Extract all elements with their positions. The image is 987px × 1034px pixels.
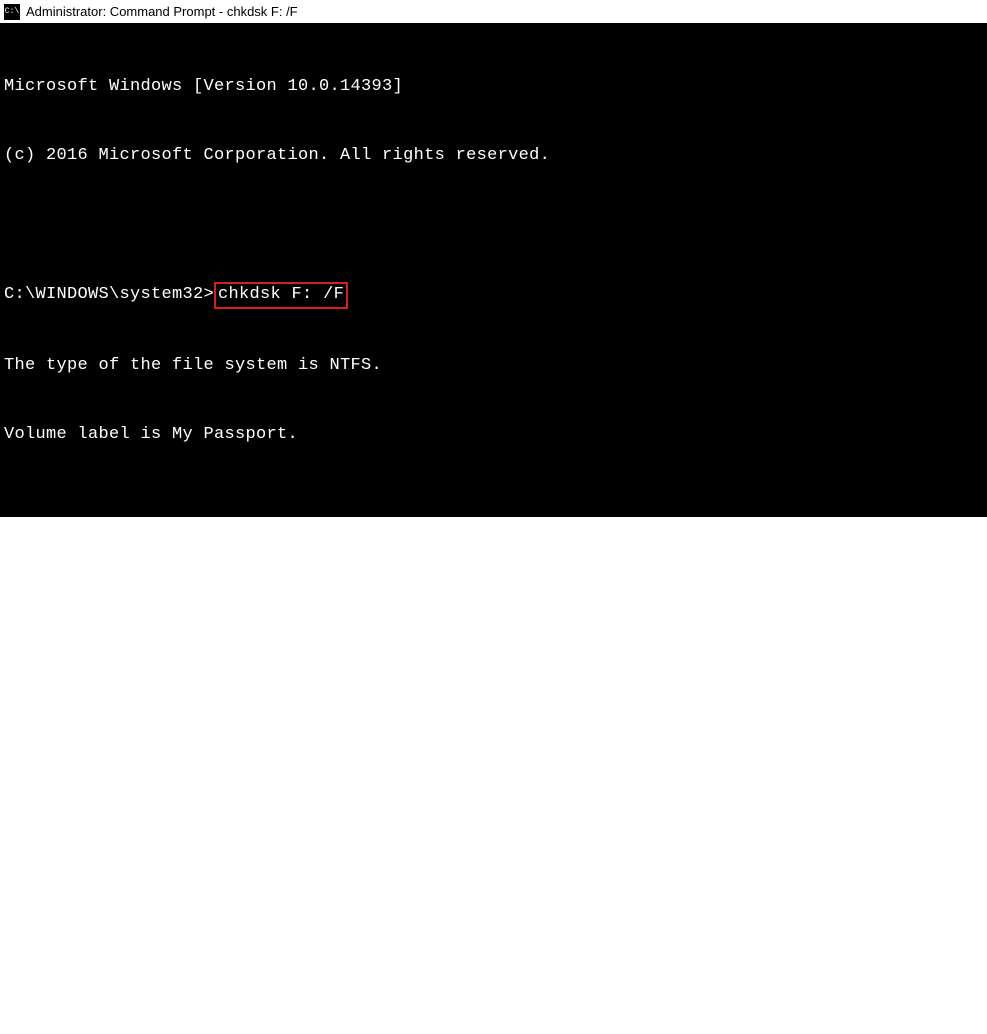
- output-line: Stage 2: Examining file name linkage ...: [4, 974, 983, 997]
- output-blank: [4, 493, 983, 516]
- output-line: The type of the file system is NTFS.: [4, 355, 983, 378]
- window-title: Administrator: Command Prompt - chkdsk F…: [26, 4, 298, 19]
- output-line: 1 large file records processed.: [4, 768, 983, 791]
- prompt-path: C:\WINDOWS\system32>: [4, 284, 214, 307]
- output-line: Stage 1: Examining basic file system str…: [4, 562, 983, 585]
- command-prompt-window: C:\ Administrator: Command Prompt - chkd…: [0, 0, 987, 517]
- output-line: (c) 2016 Microsoft Corporation. All righ…: [4, 145, 983, 168]
- output-line: 0 bad file records processed.: [4, 837, 983, 860]
- cmd-icon: C:\: [4, 4, 20, 20]
- output-line: 222976 file records processed.: [4, 630, 983, 653]
- output-blank: [4, 214, 983, 237]
- output-line: Volume label is My Passport.: [4, 424, 983, 447]
- command-highlight: chkdsk F: /F: [214, 282, 348, 309]
- output-line: Microsoft Windows [Version 10.0.14393]: [4, 76, 983, 99]
- output-line: File verification completed.: [4, 699, 983, 722]
- window-titlebar[interactable]: C:\ Administrator: Command Prompt - chkd…: [0, 0, 987, 24]
- terminal-output[interactable]: Microsoft Windows [Version 10.0.14393] (…: [0, 24, 987, 517]
- output-blank: [4, 906, 983, 929]
- prompt-line: C:\WINDOWS\system32>chkdsk F: /F: [4, 282, 983, 309]
